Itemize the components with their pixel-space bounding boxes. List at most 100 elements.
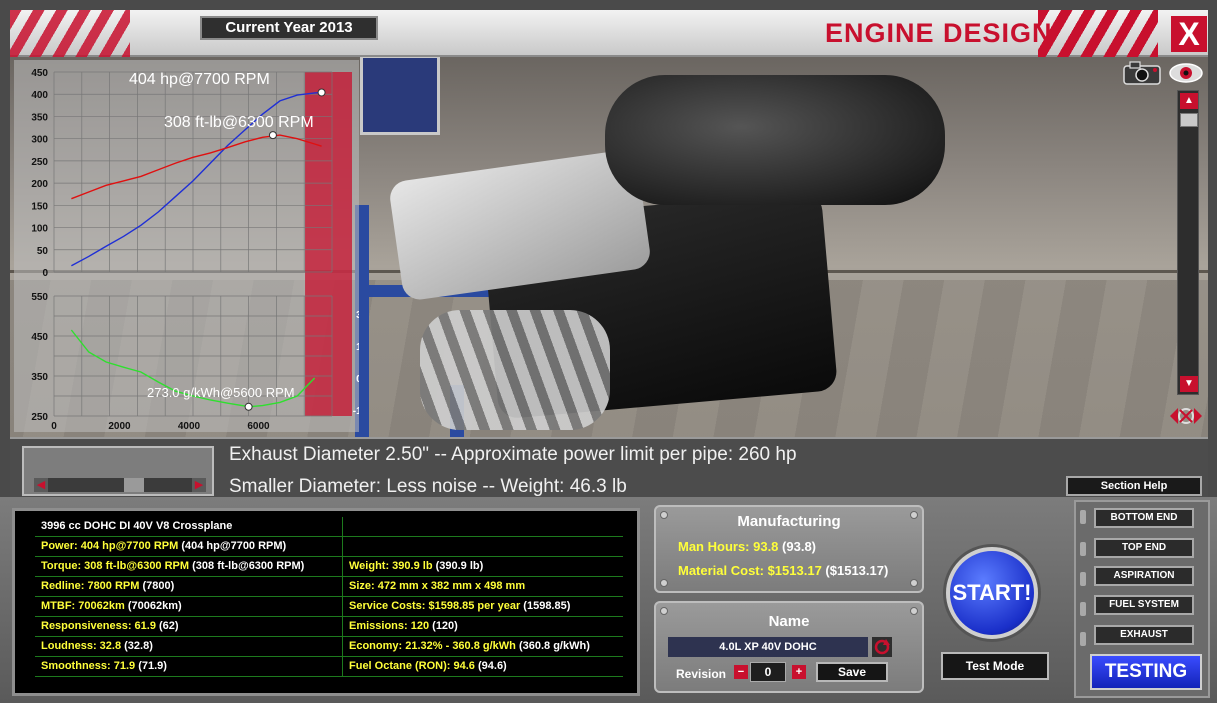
stat-left: Power: 404 hp@7700 RPM (404 hp@7700 RPM) [35, 537, 343, 556]
power-axis-tick: 400 [31, 90, 48, 101]
view-scrollbar[interactable]: ▲ ▼ [1177, 90, 1199, 395]
power-axis-tick: 350 [31, 112, 48, 123]
secondary-axis-tick: -1.0 [353, 406, 359, 417]
economy-axis-tick: 350 [31, 372, 48, 383]
name-title: Name [768, 613, 810, 630]
power-axis-tick: 100 [31, 224, 48, 235]
stat-right-value: Emissions: 120 [349, 620, 430, 632]
power-axis-tick: 50 [37, 246, 49, 257]
man-hours-paren: (93.8) [782, 539, 817, 554]
slider-right-arrow[interactable]: ▶ [192, 478, 206, 492]
stat-left: Responsiveness: 61.9 (62) [35, 617, 343, 636]
stat-left: MTBF: 70062km (70062km) [35, 597, 343, 616]
stat-left: Loudness: 32.8 (32.8) [35, 637, 343, 656]
stat-right-value: Service Costs: $1598.85 per year [349, 600, 521, 612]
nav-bottom-end[interactable]: BOTTOM END [1094, 508, 1194, 528]
stat-left-value: Power: 404 hp@7700 RPM [41, 540, 179, 552]
man-hours: Man Hours: 93.8 (93.8) [678, 539, 816, 554]
stat-left-value: Responsiveness: 61.9 [41, 620, 156, 632]
stat-right: Fuel Octane (RON): 94.6 (94.6) [343, 657, 623, 676]
refresh-name-icon[interactable] [872, 637, 892, 657]
stat-right-paren: (120) [432, 620, 458, 632]
scroll-up-button[interactable]: ▲ [1180, 93, 1198, 109]
stat-right-paren: (360.8 g/kWh) [518, 640, 590, 652]
exhaust-headers-model [420, 310, 610, 430]
manufacturing-title: Manufacturing [737, 513, 841, 530]
engine-intake-model [605, 75, 945, 205]
testing-button[interactable]: TESTING [1090, 654, 1202, 690]
stat-left-paren: (404 hp@7700 RPM) [181, 540, 287, 552]
section-nav: BOTTOM END TOP END ASPIRATION FUEL SYSTE… [1074, 500, 1210, 698]
stat-left-value: Loudness: 32.8 [41, 640, 122, 652]
stat-right-value: Fuel Octane (RON): 94.6 [349, 660, 475, 672]
stat-left-paren: (62) [159, 620, 179, 632]
stat-right: Size: 472 mm x 382 mm x 498 mm [343, 577, 623, 596]
reset-view-icon[interactable] [1168, 402, 1204, 430]
stat-right [343, 537, 623, 556]
material-cost-paren: ($1513.17) [825, 563, 889, 578]
performance-charts: 450 400 350 300 250 200 150 100 50 0 404 hp@7700 R… [14, 60, 359, 432]
stats-row: Power: 404 hp@7700 RPM (404 hp@7700 RPM) [35, 537, 623, 557]
exhaust-diameter-slider[interactable]: ◀ ▶ [22, 446, 214, 496]
stats-row: Smoothness: 71.9 (71.9) Fuel Octane (RON)… [35, 657, 623, 677]
scroll-thumb[interactable] [1180, 113, 1198, 127]
power-axis-tick: 150 [31, 201, 48, 212]
test-mode-button[interactable]: Test Mode [941, 652, 1049, 680]
power-axis-tick: 200 [31, 179, 48, 190]
save-button[interactable]: Save [816, 662, 888, 682]
nav-aspiration[interactable]: ASPIRATION [1094, 566, 1194, 586]
economy-axis-tick: 450 [31, 332, 48, 343]
stats-row: Loudness: 32.8 (32.8) Economy: 21.32% - 3… [35, 637, 623, 657]
manufacturing-panel: Manufacturing Man Hours: 93.8 (93.8) Mat… [654, 505, 924, 593]
eye-icon[interactable] [1168, 60, 1204, 86]
nav-fuel-system[interactable]: FUEL SYSTEM [1094, 595, 1194, 615]
slider-left-arrow[interactable]: ◀ [34, 478, 48, 492]
stat-right-paren: (390.9 lb) [435, 560, 484, 572]
revision-plus-button[interactable]: + [792, 665, 806, 679]
stat-left-value: Torque: 308 ft-lb@6300 RPM [41, 560, 190, 572]
header-stripes-right [1038, 10, 1158, 57]
current-year-label: Current Year 2013 [200, 16, 378, 40]
man-hours-value: Man Hours: 93.8 [678, 539, 779, 554]
header-stripes-left [10, 10, 130, 57]
screen-title: ENGINE DESIGN [825, 18, 1053, 48]
close-button[interactable]: X [1171, 16, 1207, 52]
stats-row: MTBF: 70062km (70062km) Service Costs: $1… [35, 597, 623, 617]
stat-left-paren: (70062km) [127, 600, 182, 612]
nav-rivet [1080, 632, 1086, 646]
economy-peak-marker [244, 402, 253, 411]
stat-right-value: Weight: 390.9 lb [349, 560, 433, 572]
power-axis-tick: 300 [31, 135, 48, 146]
start-button[interactable]: START! [946, 547, 1038, 639]
power-axis-tick: 0 [42, 268, 48, 279]
stat-right-value: Economy: 21.32% - 360.8 g/kWh [349, 640, 516, 652]
rpm-axis-tick: 6000 [247, 421, 270, 432]
stats-grid: 3996 cc DOHC DI 40V V8 Crossplane Power:… [35, 517, 623, 677]
stat-right: Service Costs: $1598.85 per year (1598.8… [343, 597, 623, 616]
performance-chart-svg: 450 400 350 300 250 200 150 100 50 0 404 hp@7700 R… [31, 68, 359, 432]
slider-track[interactable] [34, 478, 206, 492]
wall-poster [360, 55, 440, 135]
torque-peak-label: 308 ft-lb@6300 RPM [164, 114, 314, 131]
section-help-button[interactable]: Section Help [1066, 476, 1202, 496]
rivet [910, 579, 918, 587]
torque-peak-marker [268, 131, 277, 140]
camera-icon[interactable] [1122, 60, 1162, 86]
secondary-axis-tick: 1.7 [356, 342, 359, 353]
engine-name-field[interactable]: 4.0L XP 40V DOHC [668, 637, 868, 657]
rpm-axis-tick: 0 [51, 421, 57, 432]
economy-axis-tick: 250 [31, 412, 48, 423]
nav-rivet [1080, 510, 1086, 524]
stats-row: Torque: 308 ft-lb@6300 RPM (308 ft-lb@63… [35, 557, 623, 577]
secondary-axis-tick: 3.0 [356, 310, 359, 321]
scroll-down-button[interactable]: ▼ [1180, 376, 1198, 392]
stat-left-value: MTBF: 70062km [41, 600, 125, 612]
stat-right: Emissions: 120 (120) [343, 617, 623, 636]
slider-thumb[interactable] [124, 478, 144, 492]
revision-minus-button[interactable]: − [734, 665, 748, 679]
revision-label: Revision [676, 667, 727, 681]
nav-top-end[interactable]: TOP END [1094, 538, 1194, 558]
economy-axis-tick: 550 [31, 292, 48, 303]
stat-left-value: Redline: 7800 RPM [41, 580, 140, 592]
nav-exhaust[interactable]: EXHAUST [1094, 625, 1194, 645]
